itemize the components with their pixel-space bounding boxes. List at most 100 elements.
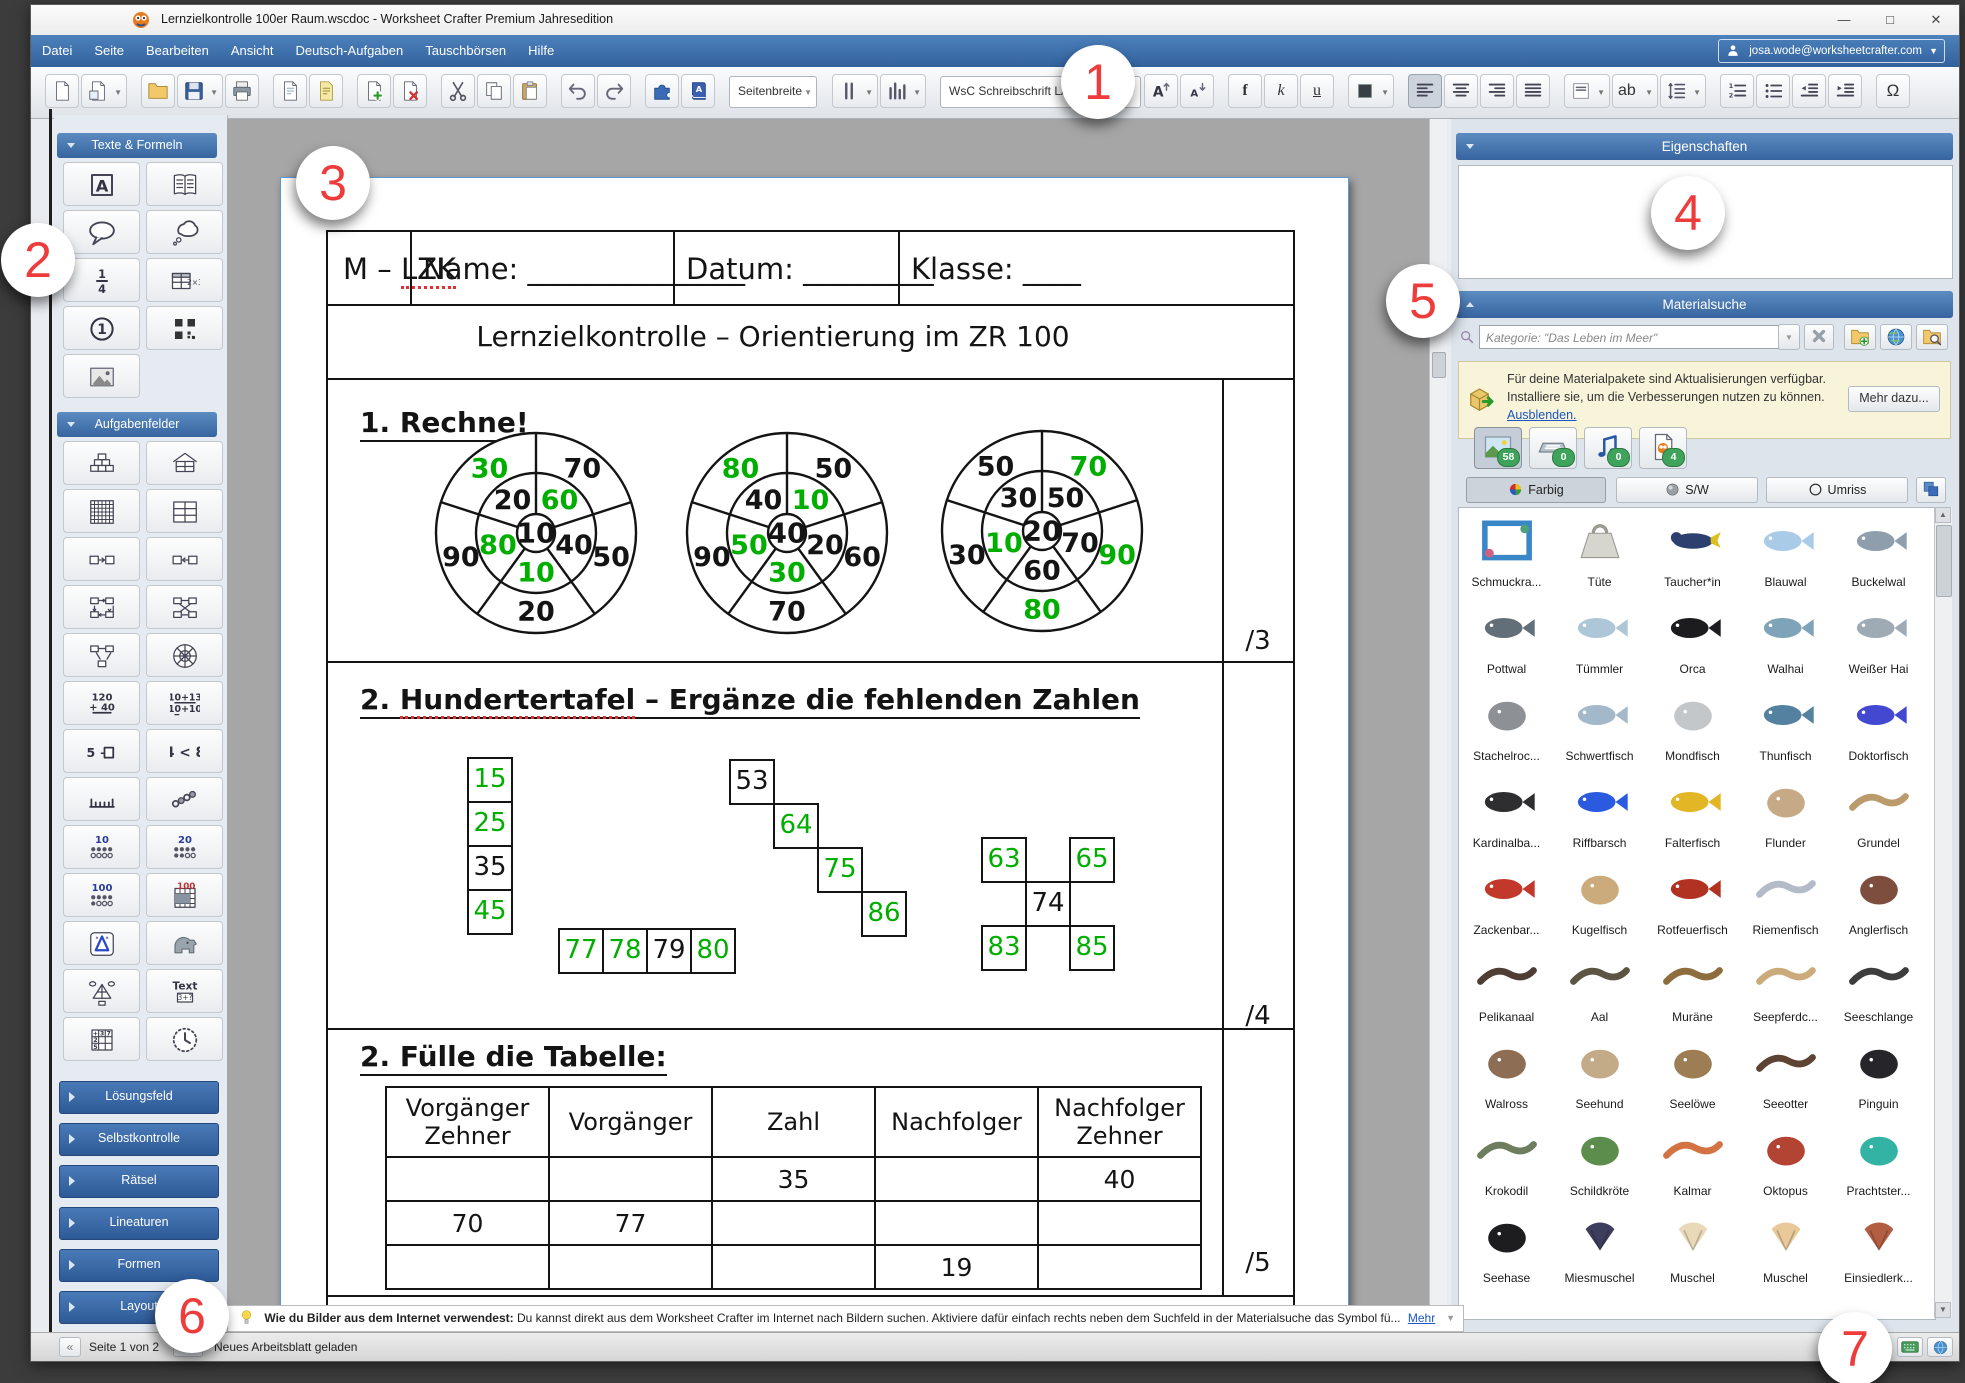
canvas-scrollbar-thumb[interactable]	[1432, 352, 1446, 378]
material-item[interactable]: Flunder	[1739, 769, 1832, 856]
table-cell[interactable]	[1037, 1244, 1202, 1290]
material-item[interactable]: Rotfeuerfisch	[1646, 856, 1739, 943]
hundertertafel-cell[interactable]: 86	[861, 891, 907, 937]
scroll-up-icon[interactable]: ▲	[1935, 507, 1951, 523]
material-item[interactable]: Muschel	[1739, 1204, 1832, 1291]
canvas-area[interactable]: M – LZK Name: _______________ Datum: _____…	[227, 119, 1429, 1333]
images-tab[interactable]: 58	[1474, 427, 1522, 469]
material-item[interactable]: Kugelfisch	[1553, 856, 1646, 943]
material-item[interactable]: Walross	[1460, 1030, 1553, 1117]
material-item[interactable]: Seehund	[1553, 1030, 1646, 1117]
number-wheel-2[interactable]: 50 10 60 20 70 30 90 50 80 40 40	[682, 428, 892, 642]
material-item[interactable]: Einsiedlerk...	[1832, 1204, 1925, 1291]
add-page-button[interactable]	[357, 74, 391, 108]
material-item[interactable]: Grundel	[1832, 769, 1925, 856]
paragraph-format-button[interactable]: ▼	[1564, 74, 1610, 108]
table-cell[interactable]	[548, 1156, 713, 1202]
page-notes-button[interactable]	[309, 74, 343, 108]
table-cell[interactable]: 35	[711, 1156, 876, 1202]
tool-chain-back[interactable]	[146, 537, 223, 581]
multi-column-button[interactable]: ▼	[880, 74, 926, 108]
material-item[interactable]: Seeschlange	[1832, 943, 1925, 1030]
remove-page-button[interactable]	[393, 74, 427, 108]
tip-dropdown-icon[interactable]: ▼	[1446, 1306, 1455, 1331]
tool-text-frame[interactable]: A	[63, 162, 140, 206]
font-larger-button[interactable]: A	[1144, 74, 1178, 108]
undo-button[interactable]	[561, 74, 595, 108]
material-item[interactable]: Kalmar	[1646, 1117, 1739, 1204]
bullet-list-button[interactable]	[1756, 74, 1790, 108]
keyboard-icon[interactable]	[1897, 1337, 1923, 1357]
properties-panel-header[interactable]: Eigenschaften	[1456, 133, 1953, 160]
single-column-button[interactable]: ▼	[832, 74, 878, 108]
redo-button[interactable]	[597, 74, 631, 108]
search-dropdown-button[interactable]: ▼	[1778, 324, 1800, 350]
web-search-icon[interactable]	[1880, 324, 1912, 350]
align-justify-button[interactable]	[1516, 74, 1550, 108]
material-panel-header[interactable]: Materialsuche	[1456, 291, 1953, 318]
account-box[interactable]: josa.wode@worksheetcrafter.com ▼	[1718, 39, 1945, 63]
close-button[interactable]: ✕	[1913, 5, 1959, 34]
tool-image-placeholder[interactable]	[63, 354, 140, 398]
fonts-tab[interactable]: 0	[1529, 427, 1577, 469]
align-center-button[interactable]	[1444, 74, 1478, 108]
tool-dots-hundred[interactable]: 100	[63, 873, 140, 917]
clear-search-button[interactable]	[1804, 324, 1834, 350]
underline-button[interactable]: u	[1300, 74, 1334, 108]
number-wheel-1[interactable]: 70 60 50 40 20 10 90 80 30 20 10	[431, 428, 641, 642]
tool-hundred-grid[interactable]: 100	[146, 873, 223, 917]
more-info-button[interactable]: Mehr dazu...	[1848, 386, 1940, 412]
material-item[interactable]: Pinguin	[1832, 1030, 1925, 1117]
bold-button[interactable]: f	[1228, 74, 1262, 108]
hundertertafel-cell[interactable]: 85	[1069, 925, 1115, 971]
material-item[interactable]: Seepferdc...	[1739, 943, 1832, 1030]
new-from-template-button[interactable]: ▼	[81, 74, 127, 108]
material-item[interactable]: Anglerfisch	[1832, 856, 1925, 943]
hundertertafel-cell[interactable]: 15	[467, 757, 513, 803]
menu-item-seite[interactable]: Seite	[83, 35, 135, 67]
tool-cycle-boxes[interactable]	[63, 585, 140, 629]
paste-button[interactable]	[513, 74, 547, 108]
special-characters-button[interactable]: Ω	[1876, 74, 1910, 108]
sidebar-section-lineaturen[interactable]: Lineaturen	[59, 1207, 219, 1240]
material-item[interactable]: Prachtster...	[1832, 1117, 1925, 1204]
filter-umriss-button[interactable]: Umriss	[1766, 477, 1908, 503]
previous-page-button[interactable]: «	[59, 1337, 81, 1357]
hundertertafel-cell[interactable]: 79	[646, 928, 692, 974]
table-cell[interactable]	[385, 1244, 550, 1290]
material-item[interactable]: Mondfisch	[1646, 682, 1739, 769]
tool-circled-one[interactable]: 1	[63, 306, 140, 350]
hundertertafel-cell[interactable]: 35	[467, 845, 513, 891]
material-item[interactable]: Muschel	[1646, 1204, 1739, 1291]
tool-tree-boxes[interactable]	[63, 633, 140, 677]
copy-mode-button[interactable]	[1916, 477, 1946, 503]
tool-qr-code[interactable]	[146, 306, 223, 350]
tool-clock[interactable]	[146, 1017, 223, 1061]
hundertertafel-cell[interactable]: 83	[981, 925, 1027, 971]
zoom-combo[interactable]: Seitenbreite ▼	[729, 76, 817, 108]
worksheet-page[interactable]: M – LZK Name: _______________ Datum: _____…	[280, 177, 1349, 1333]
material-item[interactable]: Aal	[1553, 943, 1646, 1030]
tool-house-table[interactable]	[146, 441, 223, 485]
tool-pyramid-boxes[interactable]	[63, 441, 140, 485]
sidebar-section-lösungsfeld[interactable]: Lösungsfeld	[59, 1081, 219, 1114]
align-right-button[interactable]	[1480, 74, 1514, 108]
table-cell[interactable]: 70	[385, 1200, 550, 1246]
hundertertafel-cell[interactable]: 63	[981, 837, 1027, 883]
number-wheel-3[interactable]: 70 50 90 70 80 60 30 10 50 30 20	[937, 426, 1147, 640]
hundertertafel-cell[interactable]: 45	[467, 889, 513, 935]
table-cell[interactable]	[874, 1200, 1039, 1246]
hundertertafel-cell[interactable]: 64	[773, 803, 819, 849]
character-format-button[interactable]: ab ▼	[1612, 74, 1658, 108]
hide-notice-link[interactable]: Ausblenden.	[1507, 408, 1577, 422]
tool-thought-bubble[interactable]	[146, 210, 223, 254]
material-item[interactable]: Thunfisch	[1739, 682, 1832, 769]
font-color-button[interactable]: ▼	[1348, 74, 1394, 108]
material-exchange-button[interactable]	[645, 74, 679, 108]
material-item[interactable]: Riffbarsch	[1553, 769, 1646, 856]
minimize-button[interactable]: ―	[1821, 5, 1867, 34]
numbered-list-button[interactable]: 12	[1720, 74, 1754, 108]
menu-item-ansicht[interactable]: Ansicht	[220, 35, 285, 67]
material-item[interactable]: Muräne	[1646, 943, 1739, 1030]
material-item[interactable]: Miesmuschel	[1553, 1204, 1646, 1291]
